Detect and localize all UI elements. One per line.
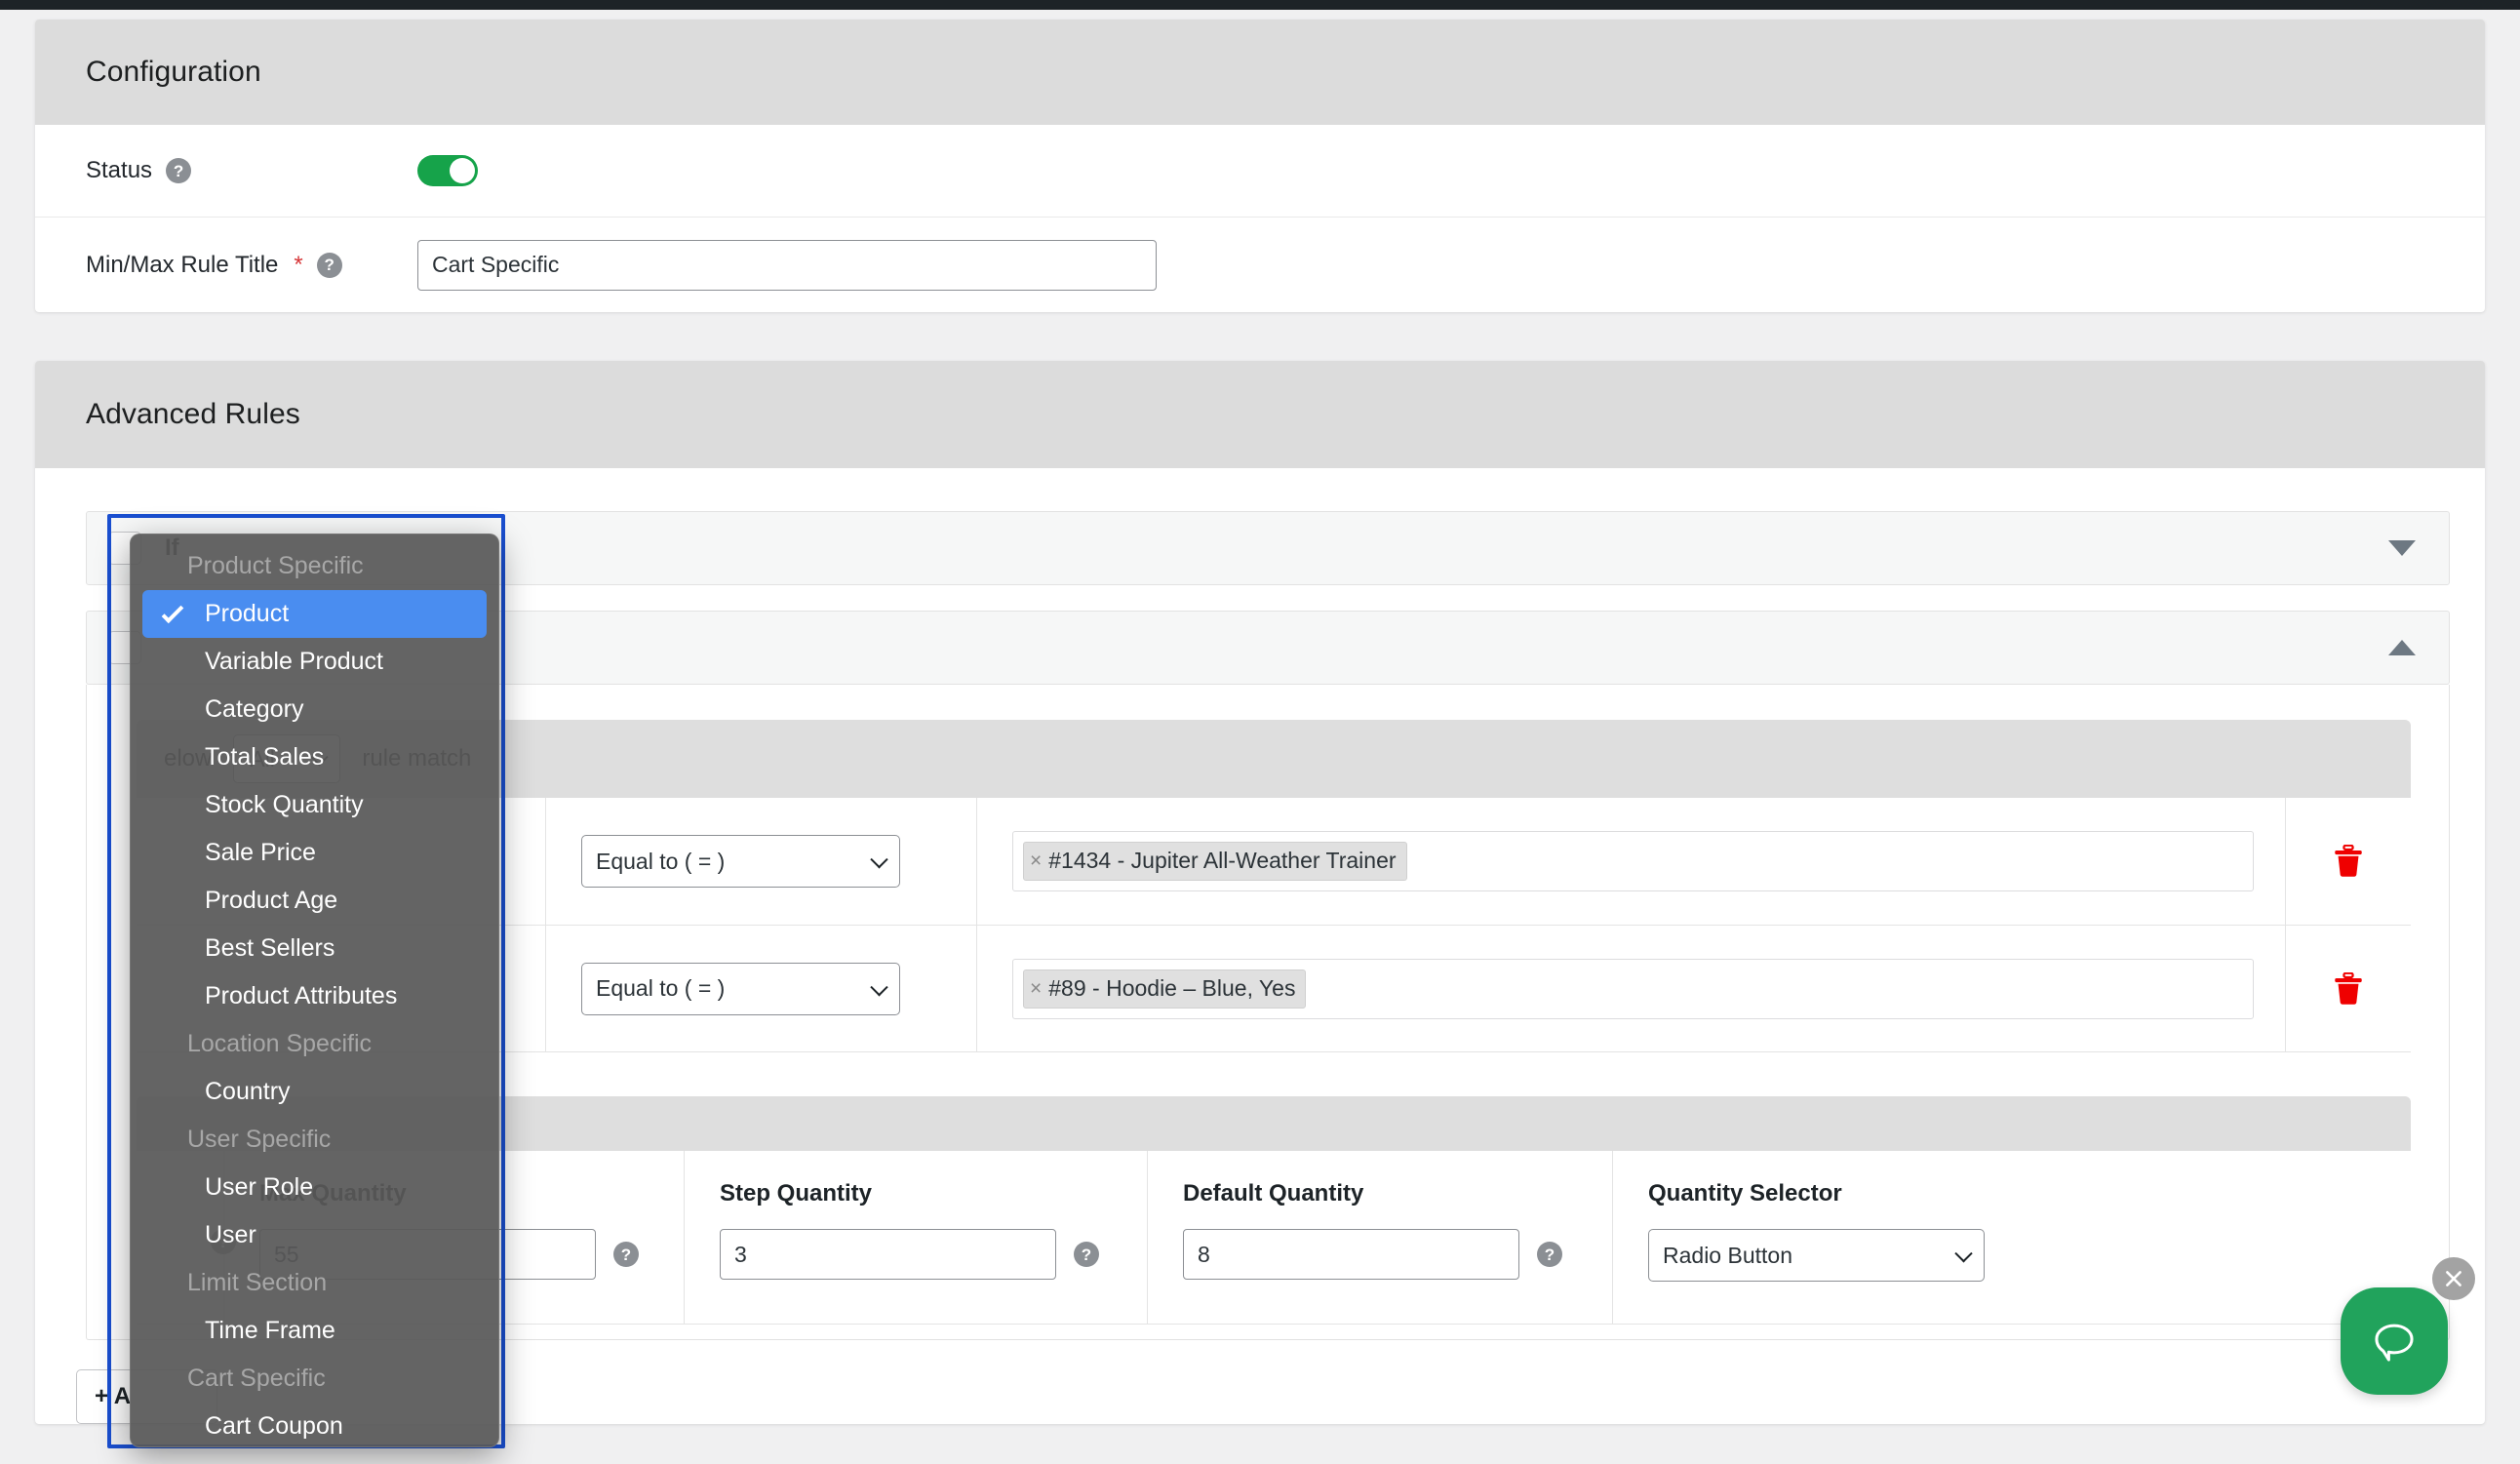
dropdown-group-label: Product Specific bbox=[187, 552, 364, 579]
rule-title-input[interactable] bbox=[417, 239, 1157, 291]
quantity-label: Quantity Selector bbox=[1648, 1180, 1842, 1207]
token-label: #89 - Hoodie – Blue, Yes bbox=[1048, 974, 1296, 1001]
trash-icon[interactable] bbox=[2333, 845, 2364, 878]
dropdown-item-label: Sale Price bbox=[205, 839, 316, 866]
status-label: Status bbox=[86, 157, 153, 183]
chevron-down-icon bbox=[870, 977, 888, 996]
dropdown-item[interactable]: Variable Product bbox=[131, 638, 498, 686]
dropdown-group-label: User Specific bbox=[187, 1126, 332, 1153]
quantity-selector-select[interactable]: Radio Button bbox=[1648, 1229, 1985, 1282]
condition-value-cell: × #1434 - Jupiter All-Weather Trainer bbox=[977, 798, 2286, 925]
help-icon[interactable]: ? bbox=[1537, 1242, 1562, 1267]
quantity-field: ? bbox=[720, 1229, 1147, 1280]
dropdown-item[interactable]: User Role bbox=[131, 1164, 498, 1211]
chat-bubble-icon bbox=[2375, 1324, 2414, 1362]
quantity-label: Step Quantity bbox=[720, 1180, 873, 1207]
condition-value-cell: × #89 - Hoodie – Blue, Yes bbox=[977, 926, 2286, 1051]
operator-select[interactable]: Equal to ( = ) bbox=[581, 835, 900, 888]
dropdown-item-label: Variable Product bbox=[205, 648, 383, 675]
dropdown-item[interactable]: Time Frame bbox=[131, 1307, 498, 1355]
dropdown-item-label: Product Attributes bbox=[205, 982, 398, 1009]
token-chip[interactable]: × #1434 - Jupiter All-Weather Trainer bbox=[1023, 842, 1407, 881]
dropdown-item-label: Best Sellers bbox=[205, 934, 335, 962]
dropdown-group-label: Cart Specific bbox=[187, 1365, 326, 1392]
dropdown-item-label: Stock Quantity bbox=[205, 791, 364, 818]
required-marker: * bbox=[294, 251, 303, 278]
remove-token-icon[interactable]: × bbox=[1030, 978, 1042, 999]
dropdown-item[interactable]: Country bbox=[131, 1068, 498, 1116]
dropdown-item[interactable]: Product Attributes bbox=[131, 972, 498, 1020]
status-label-wrap: Status ? bbox=[86, 157, 357, 184]
token-label: #1434 - Jupiter All-Weather Trainer bbox=[1048, 848, 1397, 873]
step-quantity-input[interactable] bbox=[720, 1229, 1056, 1280]
rule-title-label-wrap: Min/Max Rule Title * ? bbox=[86, 252, 371, 279]
help-icon[interactable]: ? bbox=[166, 158, 192, 183]
advanced-rules-title: Advanced Rules bbox=[86, 398, 300, 430]
page-title: Configuration bbox=[86, 56, 261, 88]
rule-title-label: Min/Max Rule Title bbox=[86, 251, 279, 278]
dropdown-group-label: Location Specific bbox=[187, 1030, 373, 1057]
quantity-selector-value: Radio Button bbox=[1663, 1242, 1792, 1268]
chevron-up-icon[interactable] bbox=[2388, 640, 2416, 655]
trash-icon[interactable] bbox=[2333, 971, 2364, 1006]
status-row: Status ? bbox=[35, 125, 2485, 218]
token-chip[interactable]: × #89 - Hoodie – Blue, Yes bbox=[1023, 969, 1307, 1009]
remove-token-icon[interactable]: × bbox=[1030, 851, 1042, 871]
operator-value: Equal to ( = ) bbox=[596, 848, 726, 874]
condition-delete-cell bbox=[2286, 926, 2411, 1051]
default-quantity-input[interactable] bbox=[1183, 1229, 1519, 1280]
dropdown-item[interactable]: Stock Quantity bbox=[131, 781, 498, 829]
configuration-panel: Configuration Status ? Min/Max Rule Titl… bbox=[35, 20, 2485, 312]
quantity-label: Default Quantity bbox=[1183, 1180, 1364, 1207]
check-icon bbox=[161, 600, 184, 623]
dropdown-item[interactable]: Best Sellers bbox=[131, 925, 498, 972]
quantity-field: Radio Button bbox=[1648, 1229, 2081, 1282]
chat-launcher-button[interactable] bbox=[2341, 1287, 2448, 1395]
help-icon[interactable]: ? bbox=[613, 1242, 639, 1267]
chevron-down-icon bbox=[870, 851, 888, 869]
help-icon[interactable]: ? bbox=[1074, 1242, 1099, 1267]
dropdown-item[interactable]: User bbox=[131, 1211, 498, 1259]
quantity-cell-default: Default Quantity ? bbox=[1148, 1151, 1613, 1324]
close-icon bbox=[2446, 1271, 2461, 1286]
dropdown-item[interactable]: Category bbox=[131, 686, 498, 733]
toggle-knob bbox=[450, 158, 475, 183]
quantity-field: ? bbox=[1183, 1229, 1612, 1280]
dropdown-item-label: Time Frame bbox=[205, 1317, 335, 1344]
dropdown-item-label: Product Age bbox=[205, 887, 338, 914]
token-input[interactable]: × #1434 - Jupiter All-Weather Trainer bbox=[1012, 831, 2254, 891]
dropdown-item[interactable]: Product bbox=[142, 590, 487, 638]
operator-select[interactable]: Equal to ( = ) bbox=[581, 962, 900, 1015]
status-toggle[interactable] bbox=[417, 155, 478, 186]
condition-delete-cell bbox=[2286, 798, 2411, 925]
condition-type-dropdown[interactable]: Product Specific Product Variable Product C… bbox=[130, 534, 499, 1447]
condition-operator-cell: Equal to ( = ) bbox=[546, 926, 977, 1051]
chat-close-button[interactable] bbox=[2432, 1257, 2475, 1300]
dropdown-item-label: User bbox=[205, 1221, 256, 1248]
dropdown-item-label: Total Sales bbox=[205, 743, 325, 771]
dropdown-item[interactable]: Sale Price bbox=[131, 829, 498, 877]
dropdown-item-label: Product bbox=[205, 600, 290, 627]
dropdown-item[interactable]: Cart Coupon bbox=[131, 1403, 498, 1446]
dropdown-item-label: Category bbox=[205, 695, 304, 723]
dropdown-item-label: User Role bbox=[205, 1173, 314, 1201]
dropdown-item[interactable]: Total Sales bbox=[131, 733, 498, 781]
dropdown-item[interactable]: Product Age bbox=[131, 877, 498, 925]
chevron-down-icon[interactable] bbox=[2388, 540, 2416, 556]
admin-bar bbox=[0, 0, 2520, 10]
add-rule-label: + A bbox=[95, 1383, 132, 1409]
dropdown-group-label: Limit Section bbox=[187, 1269, 328, 1296]
dropdown-item-label: Country bbox=[205, 1078, 291, 1105]
operator-value: Equal to ( = ) bbox=[596, 975, 726, 1001]
condition-operator-cell: Equal to ( = ) bbox=[546, 798, 977, 925]
chevron-down-icon bbox=[1954, 1245, 1973, 1263]
help-icon[interactable]: ? bbox=[316, 252, 342, 278]
dropdown-item-label: Cart Coupon bbox=[205, 1412, 343, 1440]
configuration-panel-header: Configuration bbox=[35, 20, 2485, 125]
token-input[interactable]: × #89 - Hoodie – Blue, Yes bbox=[1012, 958, 2254, 1019]
advanced-rules-header: Advanced Rules bbox=[35, 361, 2485, 468]
rule-title-row: Min/Max Rule Title * ? bbox=[35, 218, 2485, 312]
quantity-cell-selector: Quantity Selector Radio Button bbox=[1613, 1151, 2081, 1324]
quantity-cell-step: Step Quantity ? bbox=[685, 1151, 1148, 1324]
